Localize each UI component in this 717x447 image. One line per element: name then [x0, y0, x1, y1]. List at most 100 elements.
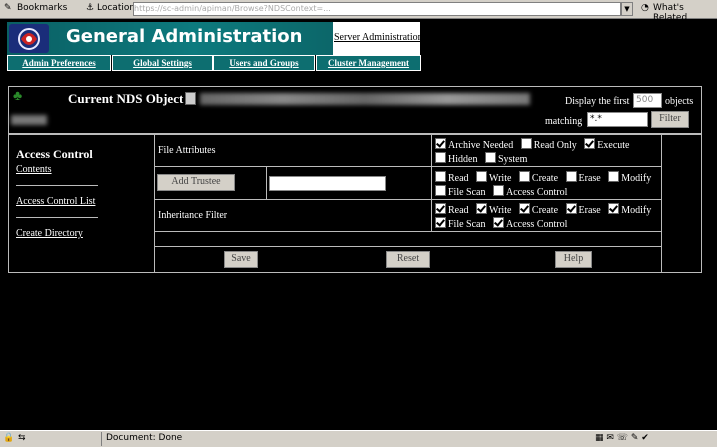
- right-access-control[interactable]: Access Control: [493, 185, 567, 198]
- right-file-scan[interactable]: File Scan: [435, 185, 486, 198]
- attr-archive-needed[interactable]: Archive Needed: [435, 138, 513, 151]
- trustee-rights-row2: File Scan Access Control: [435, 185, 572, 198]
- inherit-access-control[interactable]: Access Control: [493, 217, 567, 230]
- checkbox[interactable]: [565, 171, 577, 182]
- file-attributes-row2: Hidden System: [435, 152, 532, 165]
- bookmarks-button[interactable]: Bookmarks: [17, 3, 67, 13]
- inherit-write[interactable]: Write: [476, 203, 511, 216]
- checkbox[interactable]: [565, 203, 577, 214]
- checkbox[interactable]: [476, 171, 488, 182]
- whats-related-icon: ◔: [641, 3, 649, 13]
- divider: [266, 166, 267, 199]
- divider: [101, 432, 102, 446]
- inheritance-row1: Read Write Create Erase Modify: [435, 203, 656, 216]
- display-first-label: Display the first: [565, 96, 630, 107]
- checkbox[interactable]: [608, 171, 620, 182]
- server-administration-link[interactable]: Server Administration: [334, 32, 423, 43]
- inherit-modify[interactable]: Modify: [608, 203, 651, 216]
- status-text: Document: Done: [106, 433, 183, 443]
- display-count-input[interactable]: 500: [633, 93, 662, 108]
- inheritance-filter-label: Inheritance Filter: [158, 210, 228, 221]
- security-icon: ⇆: [18, 433, 26, 443]
- divider: [154, 199, 661, 200]
- reset-button[interactable]: Reset: [386, 251, 430, 268]
- location-input[interactable]: https://sc-admin/apiman/Browse?NDSContex…: [133, 2, 621, 16]
- checkbox[interactable]: [484, 152, 496, 163]
- inherit-erase[interactable]: Erase: [565, 203, 601, 216]
- sidebar-heading: Access Control: [16, 147, 93, 161]
- checkbox[interactable]: [518, 171, 530, 182]
- inheritance-row2: File Scan Access Control: [435, 217, 572, 230]
- checkbox[interactable]: [608, 203, 620, 214]
- novell-logo-icon: [9, 24, 49, 53]
- divider: [431, 135, 432, 231]
- document-icon: [185, 92, 196, 105]
- page-title: General Administration: [66, 26, 303, 47]
- help-button[interactable]: Help: [555, 251, 592, 268]
- tree-icon: ♣: [13, 89, 23, 104]
- matching-input[interactable]: *.*: [587, 112, 648, 127]
- save-button[interactable]: Save: [224, 251, 258, 268]
- checkbox[interactable]: [435, 185, 446, 196]
- sidebar-item-access-control-list[interactable]: Access Control List: [16, 196, 95, 207]
- component-bar-icon[interactable]: ▦ ✉ ☏ ✎ ✔: [595, 433, 649, 443]
- filter-button[interactable]: Filter: [651, 111, 689, 128]
- main-panel: Access Control Contents Access Control L…: [8, 134, 702, 273]
- location-icon: ⚓: [86, 3, 95, 13]
- checkbox[interactable]: [520, 138, 532, 149]
- add-trustee-button[interactable]: Add Trustee: [157, 174, 235, 191]
- right-create[interactable]: Create: [518, 171, 558, 184]
- tab-global-settings[interactable]: Global Settings: [112, 55, 213, 71]
- divider: [16, 185, 98, 186]
- divider: [16, 217, 98, 218]
- browser-toolbar: ✎ Bookmarks ⚓ Location: https://sc-admin…: [0, 0, 717, 23]
- checkbox[interactable]: [584, 138, 596, 149]
- objects-label: objects: [665, 96, 694, 107]
- checkbox[interactable]: [435, 203, 446, 214]
- checkbox[interactable]: [435, 217, 446, 228]
- divider: [154, 166, 661, 167]
- attr-read-only[interactable]: Read Only: [520, 138, 577, 151]
- chevron-down-icon[interactable]: ▼: [621, 2, 633, 16]
- location-label: Location:: [97, 3, 139, 13]
- matching-label: matching: [545, 116, 583, 127]
- inherit-create[interactable]: Create: [518, 203, 558, 216]
- whats-related-button[interactable]: What's Related: [653, 3, 717, 23]
- bookmarks-icon[interactable]: ✎: [4, 3, 12, 13]
- attr-system[interactable]: System: [484, 152, 527, 165]
- file-attributes-row1: Archive Needed Read Only Execute: [435, 138, 635, 151]
- nds-object-path-cont: [11, 115, 47, 125]
- checkbox[interactable]: [435, 152, 446, 163]
- divider: [154, 231, 661, 232]
- trustee-rights-row1: Read Write Create Erase Modify: [435, 171, 656, 184]
- checkbox[interactable]: [476, 203, 488, 214]
- nds-object-path: [200, 93, 530, 105]
- checkbox[interactable]: [518, 203, 530, 214]
- checkbox[interactable]: [435, 171, 446, 182]
- divider: [154, 246, 661, 247]
- sidebar-item-create-directory[interactable]: Create Directory: [16, 228, 83, 239]
- status-bar: 🔒 ⇆ Document: Done ▦ ✉ ☏ ✎ ✔: [0, 430, 717, 447]
- lock-icon: 🔒: [3, 433, 15, 443]
- tab-admin-preferences[interactable]: Admin Preferences: [7, 55, 111, 71]
- right-read[interactable]: Read: [435, 171, 469, 184]
- checkbox[interactable]: [493, 185, 504, 196]
- right-write[interactable]: Write: [476, 171, 511, 184]
- tab-users-and-groups[interactable]: Users and Groups: [213, 55, 315, 71]
- checkbox[interactable]: [493, 217, 504, 228]
- nds-object-title: Current NDS Object: [68, 91, 184, 106]
- attr-execute[interactable]: Execute: [584, 138, 630, 151]
- divider: [661, 135, 662, 272]
- trustee-input[interactable]: [269, 176, 386, 191]
- right-erase[interactable]: Erase: [565, 171, 601, 184]
- inherit-read[interactable]: Read: [435, 203, 469, 216]
- inherit-file-scan[interactable]: File Scan: [435, 217, 486, 230]
- sidebar-item-contents[interactable]: Contents: [16, 164, 52, 175]
- checkbox[interactable]: [435, 138, 446, 149]
- attr-hidden[interactable]: Hidden: [435, 152, 477, 165]
- file-attributes-label: File Attributes: [158, 145, 216, 156]
- right-modify[interactable]: Modify: [608, 171, 651, 184]
- tab-cluster-management[interactable]: Cluster Management: [316, 55, 421, 71]
- nds-object-panel: ♣ Current NDS Object Display the first 5…: [8, 86, 702, 134]
- divider: [154, 135, 155, 272]
